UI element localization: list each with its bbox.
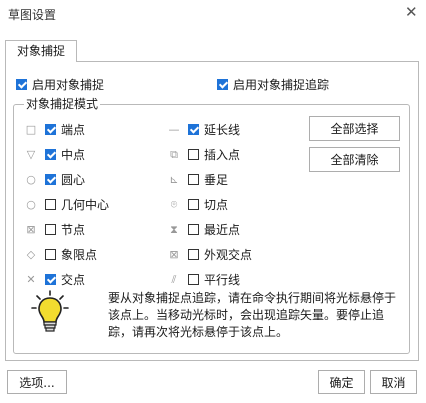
options-button[interactable]: 选项... [7,370,67,394]
apparent-intersection-marker-icon: ⊠ [169,247,179,261]
snap-mode-intersection[interactable]: ✕ 交点 [25,267,109,292]
snap-mode-endpoint[interactable]: □ 端点 [25,117,109,142]
snap-insertion-label: 插入点 [204,148,241,162]
snap-geometric-center-label: 几何中心 [61,198,110,212]
center-marker-icon: ○ [26,172,36,186]
snap-quadrant-label: 象限点 [61,248,98,262]
snap-geometric-center-checkbox[interactable] [45,199,56,210]
endpoint-marker-icon: □ [25,122,37,136]
lightbulb-icon [30,290,70,335]
snap-tangent-checkbox[interactable] [188,199,199,210]
snap-center-checkbox[interactable] [45,174,56,185]
parallel-marker-icon: ⫽ [171,272,177,286]
snap-mode-nearest[interactable]: ⧗ 最近点 [168,217,252,242]
snap-mode-perpendicular[interactable]: ⊾ 垂足 [168,167,252,192]
snap-mode-center[interactable]: ○ 圆心 [25,167,109,192]
snap-node-label: 节点 [61,223,86,237]
midpoint-marker-icon: ▽ [26,147,36,161]
snap-parallel-label: 平行线 [204,273,241,287]
snap-tangent-label: 切点 [204,198,229,212]
close-icon[interactable]: ✕ [405,3,418,21]
node-marker-icon: ⊠ [26,222,36,236]
snap-mode-tangent[interactable]: ⌾ 切点 [168,192,252,217]
enable-tracking-option[interactable]: 启用对象捕捉追踪 [217,76,329,92]
snap-endpoint-label: 端点 [61,123,86,137]
snap-mode-apparent-intersection[interactable]: ⊠ 外观交点 [168,242,252,267]
enable-snap-option[interactable]: 启用对象捕捉 [16,76,104,92]
snap-modes-group-title: 对象捕捉模式 [24,97,101,111]
snap-insertion-checkbox[interactable] [188,149,199,160]
geometric-center-marker-icon: ○ [26,197,36,211]
snap-modes-right-column: — 延长线 ⧉ 插入点 ⊾ 垂足 ⌾ 切点 ⧗ 最近点 ⊠ 外观交点 ⫽ 平行线 [168,117,253,292]
tab-object-snap[interactable]: 对象捕捉 [5,40,77,62]
window-title: 草图设置 [8,8,57,22]
snap-extension-label: 延长线 [204,123,241,137]
snap-apparent-intersection-checkbox[interactable] [188,249,199,260]
snap-mode-quadrant[interactable]: ◇ 象限点 [25,242,109,267]
enable-tracking-checkbox[interactable] [217,78,228,90]
snap-center-label: 圆心 [61,173,86,187]
snap-intersection-label: 交点 [61,273,86,287]
snap-apparent-intersection-label: 外观交点 [204,248,253,262]
snap-mode-extension[interactable]: — 延长线 [168,117,252,142]
snap-mode-node[interactable]: ⊠ 节点 [25,217,109,242]
snap-modes-left-column: □ 端点 ▽ 中点 ○ 圆心 ○ 几何中心 ⊠ 节点 ◇ 象限点 ✕ 交点 [25,117,109,292]
snap-intersection-checkbox[interactable] [45,274,56,285]
insertion-marker-icon: ⧉ [170,147,178,161]
snap-extension-checkbox[interactable] [188,124,199,135]
enable-snap-checkbox[interactable] [16,78,27,90]
tracking-hint-text: 要从对象捕捉点追踪，请在命令执行期间将光标悬停于该点上。当移动光标时，会出现追踪… [108,291,397,339]
snap-perpendicular-checkbox[interactable] [188,174,199,185]
extension-marker-icon: — [168,122,180,136]
perpendicular-marker-icon: ⊾ [169,172,179,186]
snap-nearest-checkbox[interactable] [188,224,199,235]
nearest-marker-icon: ⧗ [170,222,178,236]
snap-nearest-label: 最近点 [204,223,241,237]
cancel-button[interactable]: 取消 [370,370,417,394]
tangent-marker-icon: ⌾ [170,197,178,211]
snap-mode-geometric-center[interactable]: ○ 几何中心 [25,192,109,217]
snap-node-checkbox[interactable] [45,224,56,235]
clear-all-button[interactable]: 全部清除 [309,147,400,172]
enable-snap-label: 启用对象捕捉 [32,77,105,92]
intersection-marker-icon: ✕ [26,272,36,286]
snap-parallel-checkbox[interactable] [188,274,199,285]
snap-mode-insertion[interactable]: ⧉ 插入点 [168,142,252,167]
snap-midpoint-label: 中点 [61,148,86,162]
quadrant-marker-icon: ◇ [26,247,36,261]
select-all-button[interactable]: 全部选择 [309,116,400,141]
snap-mode-midpoint[interactable]: ▽ 中点 [25,142,109,167]
snap-perpendicular-label: 垂足 [204,173,229,187]
snap-mode-parallel[interactable]: ⫽ 平行线 [168,267,252,292]
snap-quadrant-checkbox[interactable] [45,249,56,260]
ok-button[interactable]: 确定 [318,370,365,394]
enable-tracking-label: 启用对象捕捉追踪 [233,77,330,92]
snap-endpoint-checkbox[interactable] [45,124,56,135]
snap-midpoint-checkbox[interactable] [45,149,56,160]
